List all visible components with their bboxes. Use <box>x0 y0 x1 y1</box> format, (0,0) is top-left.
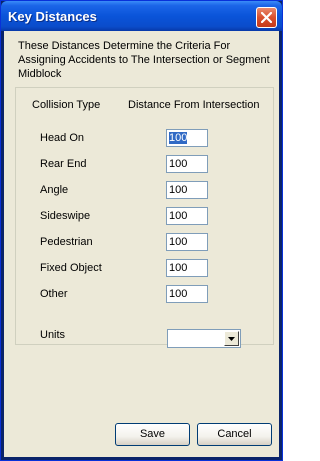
row-label-fixed-object: Fixed Object <box>40 262 102 274</box>
row-label-rear-end: Rear End <box>40 158 87 170</box>
sideswipe-input[interactable]: 100 <box>166 207 208 225</box>
units-select[interactable] <box>167 329 241 348</box>
row-label-angle: Angle <box>40 184 69 196</box>
dialog-window: Key Distances These Distances Determine … <box>0 0 283 461</box>
close-button[interactable] <box>256 7 277 28</box>
head-on-input[interactable]: 100 <box>166 129 208 147</box>
distance-header: Distance From Intersection <box>128 99 260 111</box>
row-label-pedestrian: Pedestrian <box>40 236 93 248</box>
row-label-head-on: Head On <box>40 132 85 144</box>
chevron-down-icon <box>228 337 235 341</box>
save-button[interactable]: Save <box>115 423 190 446</box>
pedestrian-input[interactable]: 100 <box>166 233 208 251</box>
row-label-sideswipe: Sideswipe <box>40 210 91 222</box>
rear-end-input[interactable]: 100 <box>166 155 208 173</box>
title-bar[interactable]: Key Distances <box>1 1 282 31</box>
cancel-button[interactable]: Cancel <box>197 423 272 446</box>
description-text: These Distances Determine the Criteria F… <box>18 40 270 80</box>
other-input[interactable]: 100 <box>166 285 208 303</box>
row-label-other: Other <box>40 288 68 300</box>
fixed-object-input[interactable]: 100 <box>166 259 208 277</box>
units-label: Units <box>40 329 66 341</box>
units-dropdown-button[interactable] <box>224 331 239 346</box>
dialog-body: These Distances Determine the Criteria F… <box>4 31 279 457</box>
angle-input[interactable]: 100 <box>166 181 208 199</box>
window-title: Key Distances <box>8 9 97 24</box>
collision-type-header: Collision Type <box>32 99 101 111</box>
close-icon <box>261 12 272 23</box>
